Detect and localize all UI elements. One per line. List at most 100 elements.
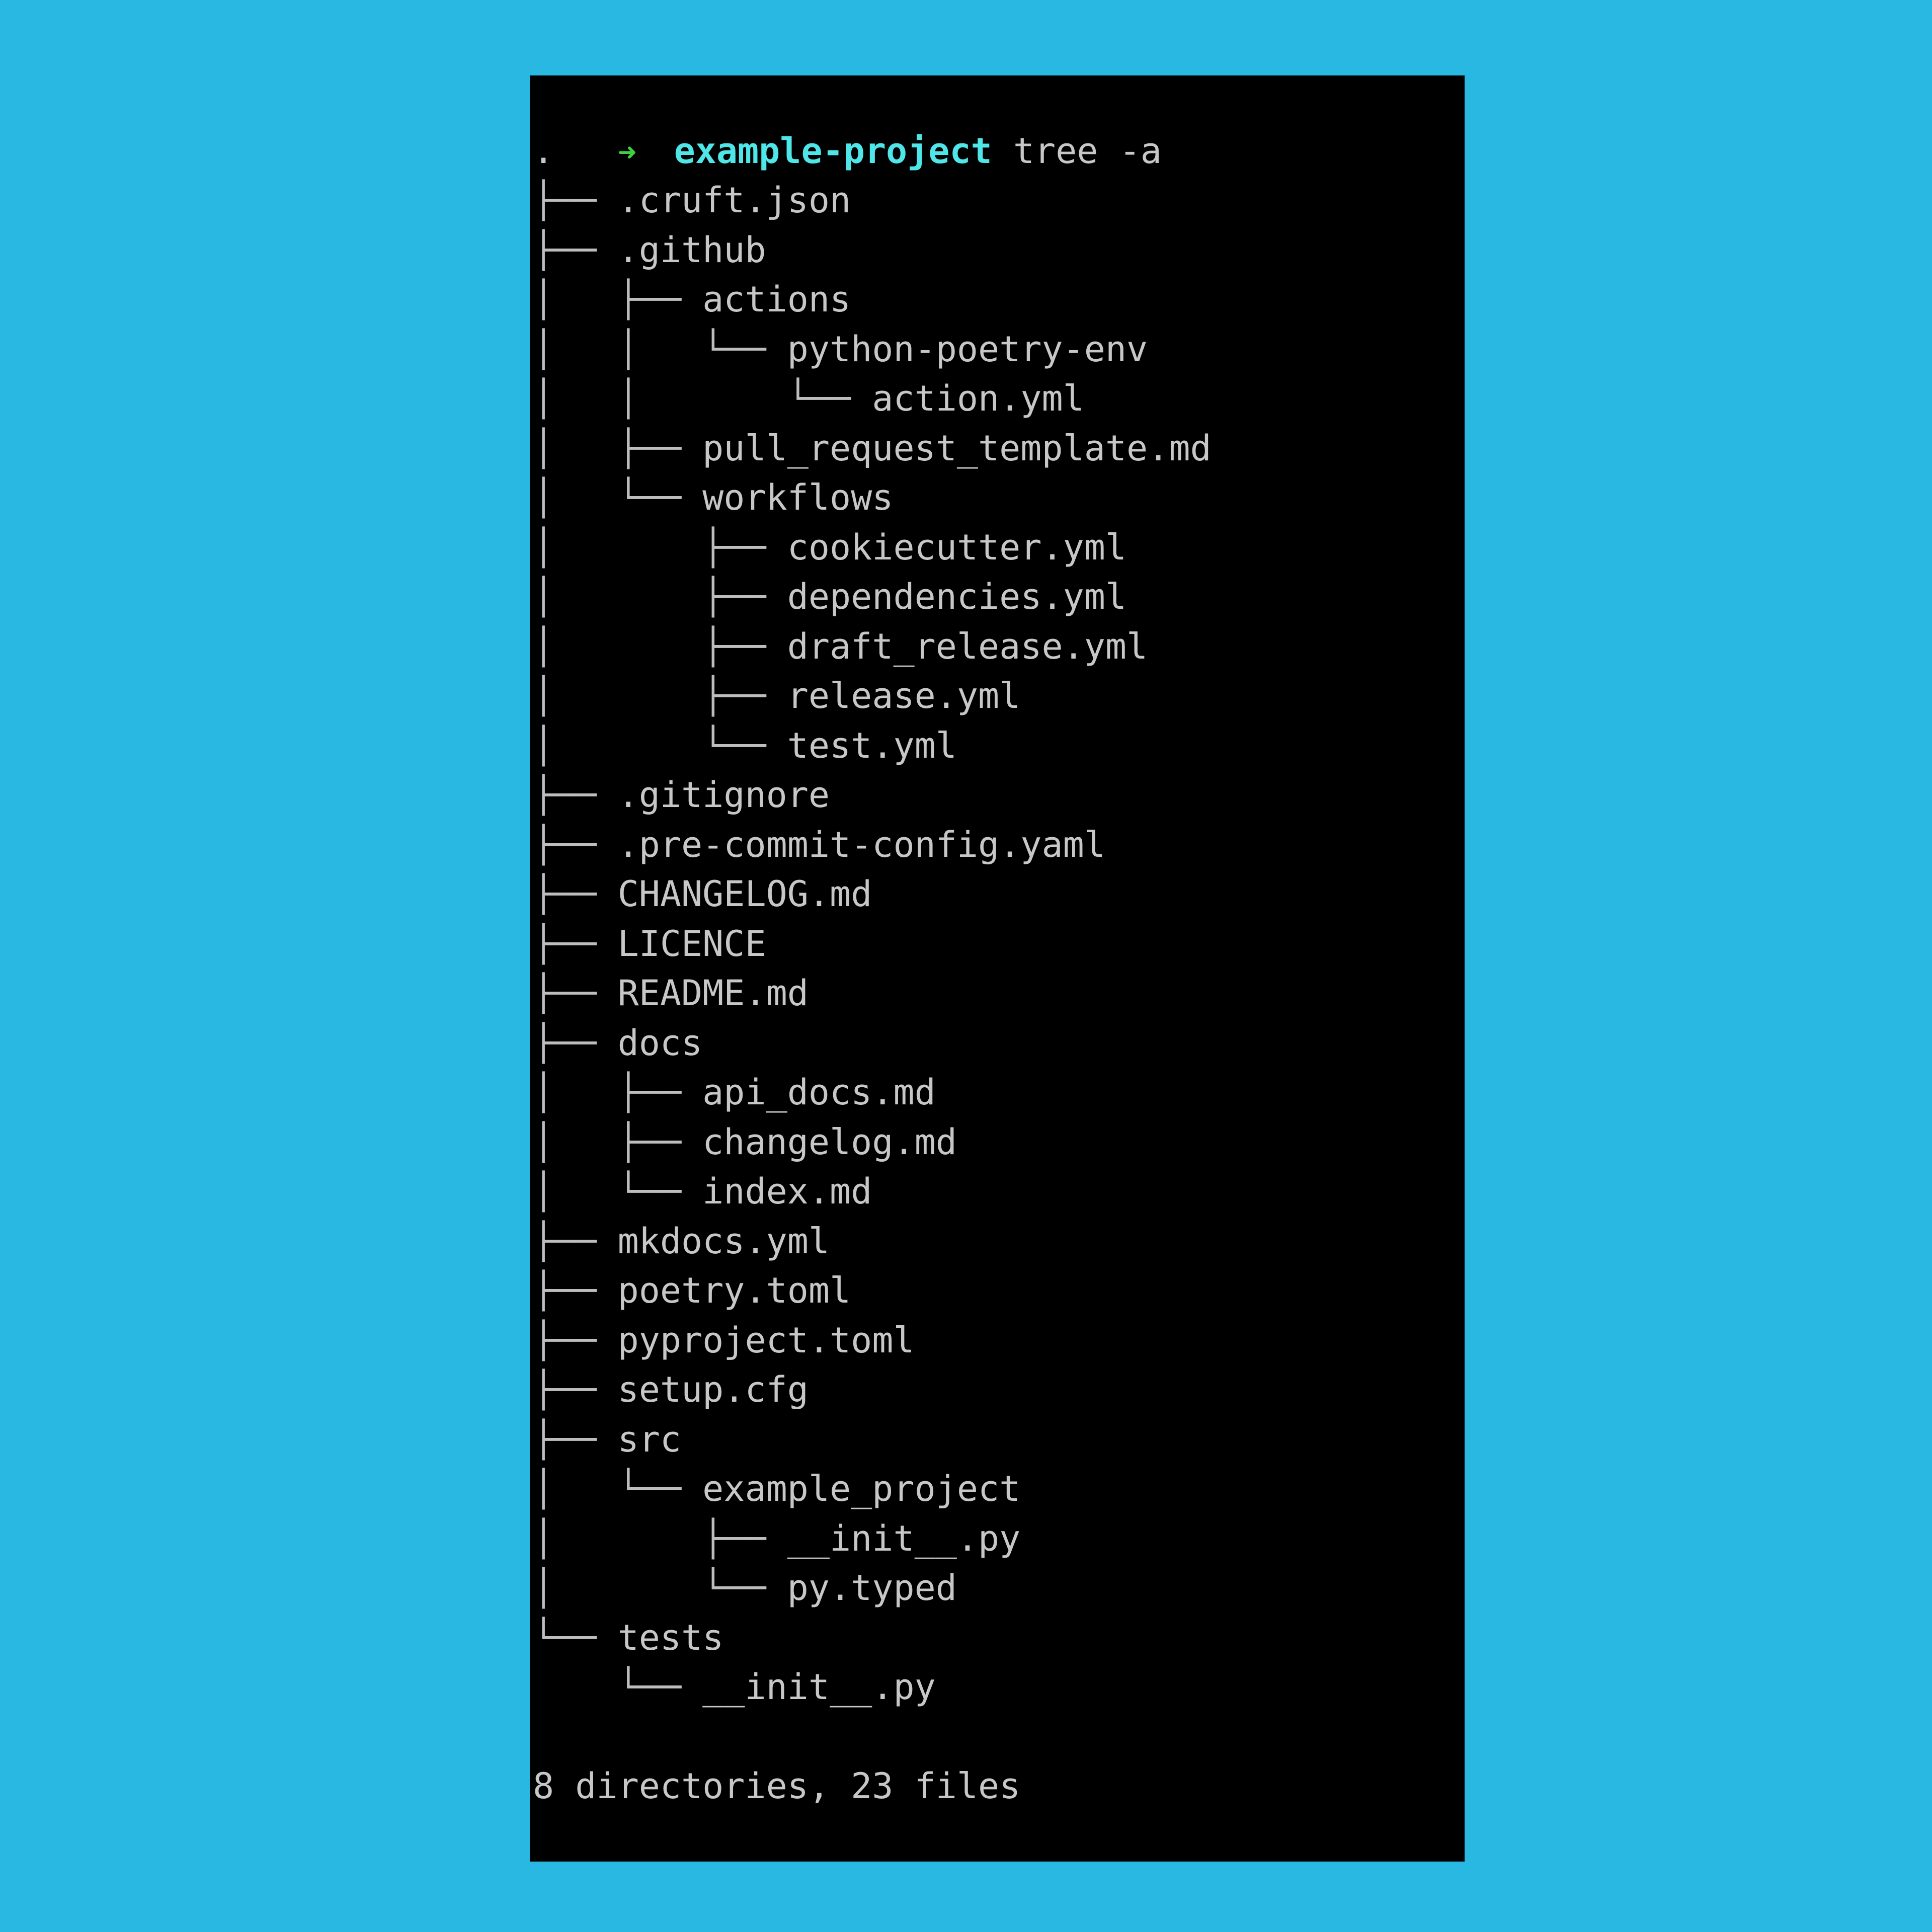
tree-entry-name: example_project (702, 1468, 1021, 1509)
tree-branch-lines: ├── (533, 1369, 618, 1410)
tree-entry: └── __init__.py (533, 1662, 936, 1712)
tree-entry-name: LICENCE (617, 923, 766, 964)
tree-branch-lines: │ └── (533, 725, 787, 766)
tree-branch-lines: ├── (533, 923, 618, 964)
tree-entry: │ ├── actions (533, 275, 851, 325)
tree-entry-name: api_docs.md (702, 1072, 936, 1113)
tree-branch-lines: ├── (533, 1319, 618, 1361)
tree-branch-lines: │ │ └── (533, 378, 872, 419)
tree-entry: ├── src (533, 1415, 681, 1465)
tree-branch-lines: ├── (533, 180, 618, 221)
tree-entry-name: mkdocs.yml (617, 1220, 830, 1262)
tree-branch-lines: │ └── (533, 477, 703, 518)
tree-entry: │ │ └── python-poetry-env (533, 325, 1148, 374)
tree-entry-name: __init__.py (702, 1666, 936, 1708)
tree-branch-lines: ├── (533, 873, 618, 915)
tree-entry-name: README.md (617, 973, 809, 1014)
tree-entry: │ │ └── action.yml (533, 374, 1084, 424)
tree-entry: ├── .gitignore (533, 770, 830, 820)
tree-entry-name: CHANGELOG.md (617, 873, 872, 915)
tree-entry: ├── pyproject.toml (533, 1316, 915, 1365)
prompt-arrow-icon: ➜ (617, 133, 636, 171)
tree-branch-lines: │ ├── (533, 427, 703, 469)
tree-branch-lines: ├── (533, 824, 618, 865)
tree-entry: │ └── index.md (533, 1167, 872, 1217)
tree-entry: ├── LICENCE (533, 919, 766, 969)
tree-entry-name: docs (617, 1022, 703, 1064)
tree-entry-name: pull_request_template.md (702, 427, 1212, 469)
terminal-window[interactable]: ➜ example-project tree -a . ├── .cruft.js… (530, 75, 1465, 1862)
tree-entry-name: draft_release.yml (787, 625, 1148, 667)
tree-entry-name: index.md (702, 1171, 872, 1212)
tree-branch-lines: │ └── (533, 1468, 703, 1509)
tree-entry: │ ├── release.yml (533, 671, 1020, 721)
tree-entry-name: cookiecutter.yml (787, 526, 1127, 568)
tree-branch-lines: │ ├── (533, 526, 787, 568)
command-text: tree -a (992, 130, 1162, 172)
final-prompt-line[interactable]: ➜example-project (533, 1811, 1033, 1861)
tree-entry-name: test.yml (787, 725, 957, 766)
tree-branch-lines: ├── (533, 1418, 618, 1460)
tree-entry: │ ├── changelog.md (533, 1117, 957, 1167)
tree-entry-name: src (617, 1418, 682, 1460)
tree-branch-lines: │ ├── (533, 576, 787, 617)
tree-entry: │ └── workflows (533, 473, 893, 523)
tree-entry: │ ├── cookiecutter.yml (533, 523, 1126, 573)
tree-entry-name: __init__.py (787, 1517, 1021, 1559)
tree-branch-lines: ├── (533, 973, 618, 1014)
tree-branch-lines: └── (533, 1617, 618, 1658)
tree-entry-name: .gitignore (617, 774, 830, 816)
tree-branch-lines: ├── (533, 1220, 618, 1262)
command-line: ➜ example-project tree -a (533, 76, 1162, 172)
tree-branch-lines: ├── (533, 774, 618, 816)
tree-entry-name: actions (702, 279, 851, 320)
tree-branch-lines: │ └── (533, 1171, 703, 1212)
tree-root: . (533, 130, 554, 172)
tree-branch-lines: │ ├── (533, 279, 703, 320)
tree-entry-name: dependencies.yml (787, 576, 1127, 617)
tree-branch-lines: │ ├── (533, 675, 787, 716)
tree-entry-name: changelog.md (702, 1121, 957, 1163)
tree-entry: ├── docs (533, 1018, 702, 1068)
tree-entry: │ └── test.yml (533, 721, 957, 771)
tree-branch-lines: ├── (533, 1270, 618, 1311)
tree-entry: │ └── example_project (533, 1464, 1020, 1514)
prompt-cwd: example-project (674, 130, 992, 172)
tree-entry: │ ├── draft_release.yml (533, 622, 1148, 672)
tree-entry: │ ├── api_docs.md (533, 1068, 936, 1117)
tree-branch-lines: │ ├── (533, 625, 787, 667)
tree-branch-lines: ├── (533, 1022, 618, 1064)
tree-entry-name: action.yml (872, 378, 1084, 419)
tree-entry-name: .pre-commit-config.yaml (617, 824, 1105, 865)
tree-entry: │ ├── dependencies.yml (533, 572, 1126, 622)
tree-entry-name: poetry.toml (617, 1270, 851, 1311)
tree-entry-name: release.yml (787, 675, 1021, 716)
tree-entry: ├── .github (533, 225, 766, 275)
tree-entry-name: pyproject.toml (617, 1319, 915, 1361)
tree-entry: ├── poetry.toml (533, 1266, 851, 1316)
tree-branch-lines: └── (533, 1666, 703, 1708)
tree-entry-name: .cruft.json (617, 180, 851, 221)
tree-entry: ├── .pre-commit-config.yaml (533, 820, 1105, 870)
tree-branch-lines: │ ├── (533, 1517, 787, 1559)
tree-summary: 8 directories, 23 files (533, 1765, 1021, 1807)
tree-entry-name: py.typed (787, 1567, 957, 1608)
tree-entry: ├── mkdocs.yml (533, 1217, 830, 1266)
tree-entry: ├── README.md (533, 969, 809, 1018)
tree-entry-name: python-poetry-env (787, 328, 1148, 370)
tree-branch-lines: │ ├── (533, 1121, 703, 1163)
tree-entry-name: workflows (702, 477, 894, 518)
tree-branch-lines: │ ├── (533, 1072, 703, 1113)
tree-entry-name: setup.cfg (617, 1369, 809, 1410)
tree-entry: │ ├── pull_request_template.md (533, 424, 1212, 473)
tree-branch-lines: │ └── (533, 1567, 787, 1608)
tree-entry: ├── CHANGELOG.md (533, 869, 872, 919)
tree-entry-name: tests (617, 1617, 724, 1658)
tree-entry: │ └── py.typed (533, 1563, 957, 1613)
tree-entry: ├── .cruft.json (533, 176, 851, 225)
tree-branch-lines: │ │ └── (533, 328, 787, 370)
tree-branch-lines: ├── (533, 229, 618, 271)
tree-entry: └── tests (533, 1613, 723, 1663)
tree-entry-name: .github (617, 229, 766, 271)
tree-entry: │ ├── __init__.py (533, 1514, 1020, 1564)
